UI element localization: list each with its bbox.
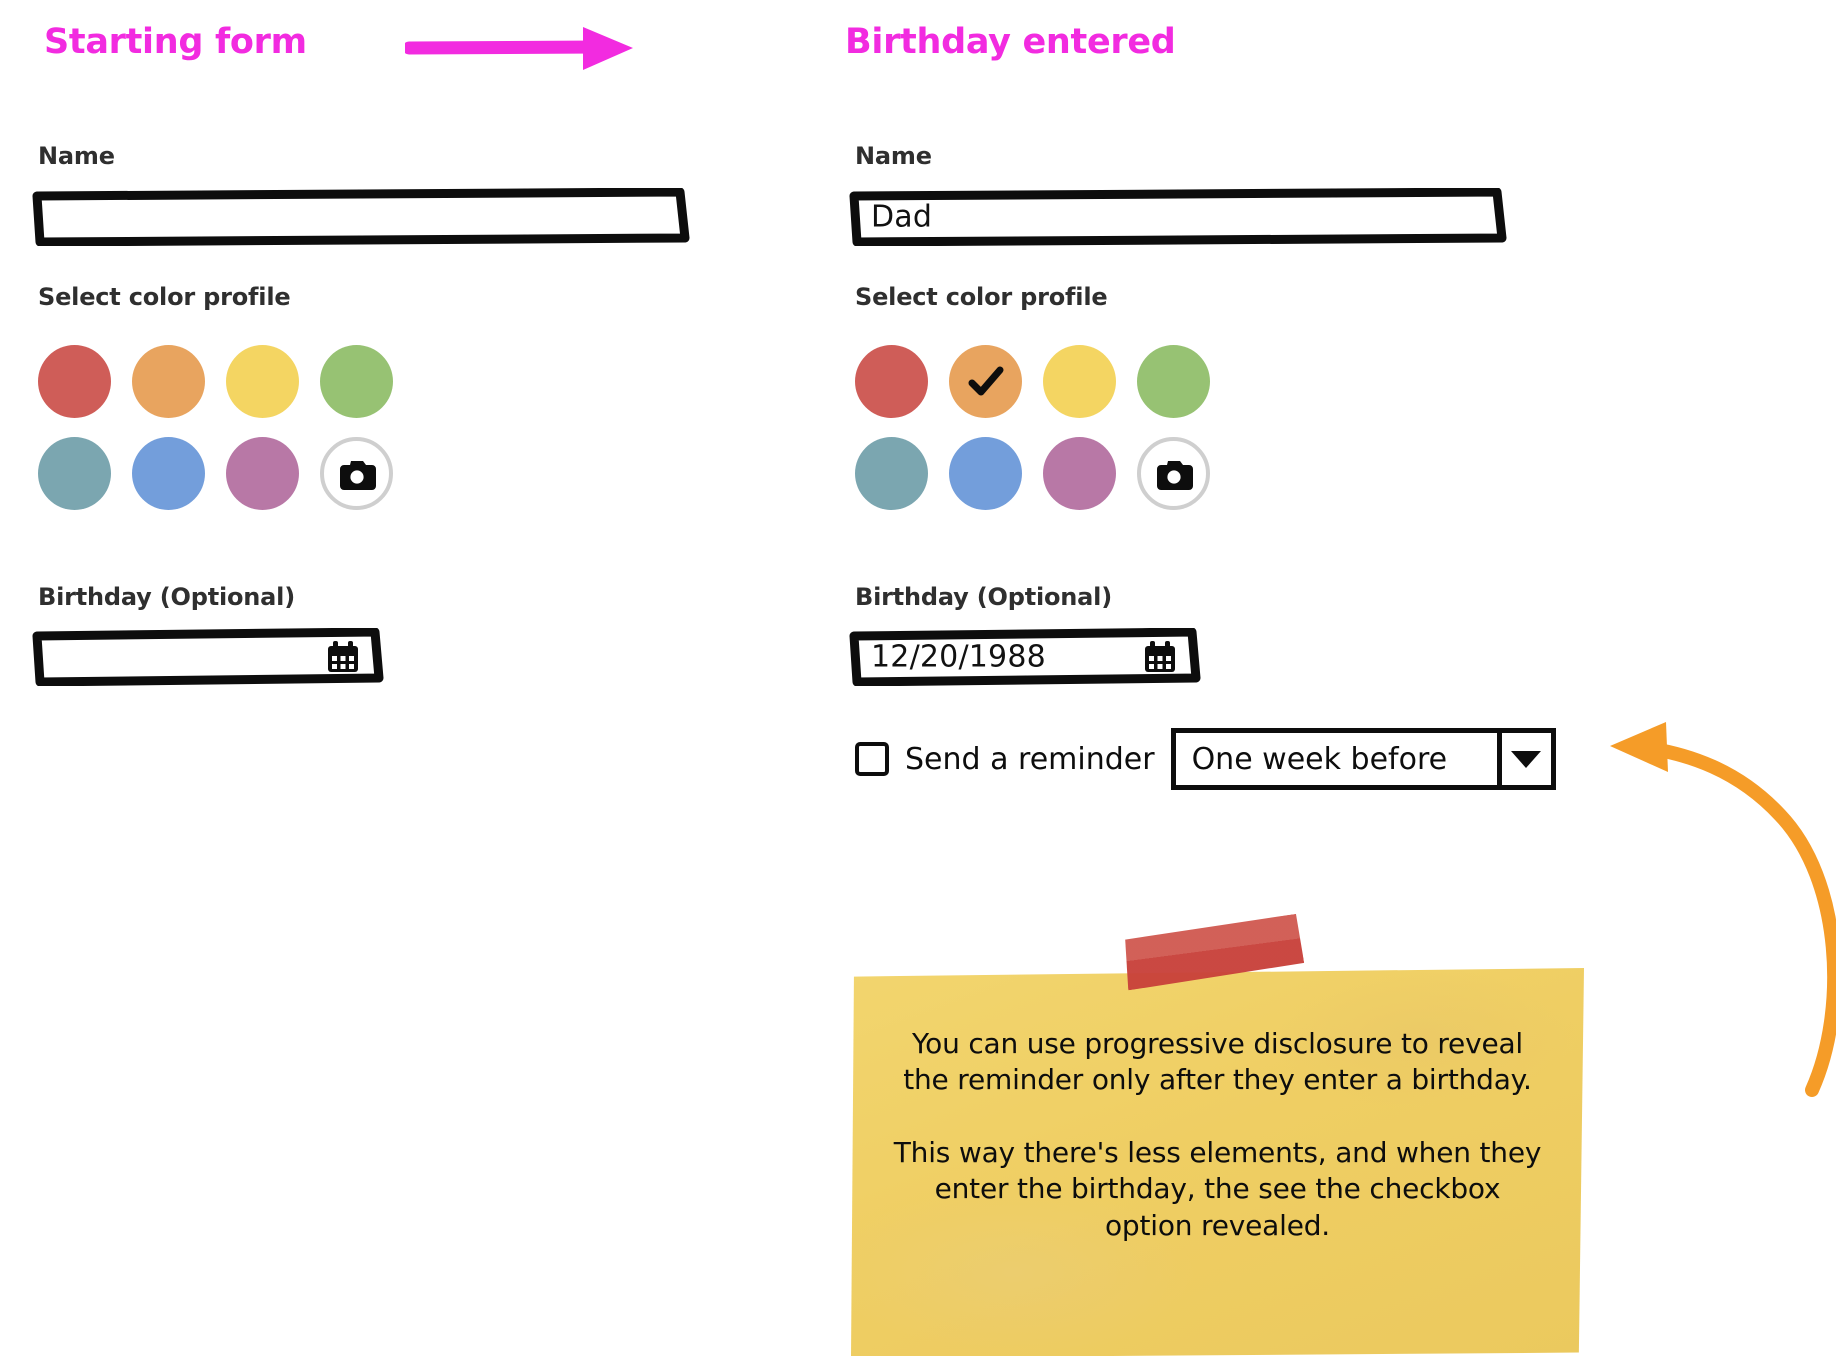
- calendar-icon[interactable]: [326, 640, 360, 674]
- send-reminder-label: Send a reminder: [905, 741, 1155, 777]
- color-swatch-teal[interactable]: [38, 437, 111, 510]
- note-paragraph-1: You can use progressive disclosure to re…: [903, 1027, 1532, 1097]
- curved-arrow-icon: [1610, 722, 1836, 1097]
- name-input[interactable]: Dad: [849, 188, 1507, 246]
- color-swatch-green[interactable]: [320, 345, 393, 418]
- name-input-value: Dad: [871, 199, 933, 235]
- color-swatch-purple[interactable]: [1043, 437, 1116, 510]
- birthday-field-label: Birthday (Optional): [38, 583, 295, 611]
- color-swatch-green[interactable]: [1137, 345, 1210, 418]
- reminder-timing-select[interactable]: One week before: [1170, 728, 1556, 790]
- sticky-note: You can use progressive disclosure to re…: [851, 968, 1584, 1356]
- note-paragraph-2: This way there's less elements, and when…: [893, 1135, 1542, 1242]
- color-swatch-camera-button[interactable]: [320, 437, 393, 510]
- birthday-input[interactable]: 12/20/1988: [849, 628, 1201, 686]
- color-swatch-yellow[interactable]: [1043, 345, 1116, 418]
- color-profile-label: Select color profile: [38, 283, 291, 311]
- input-border: [849, 188, 1507, 246]
- color-swatch-grid: [855, 345, 1231, 529]
- send-reminder-checkbox[interactable]: [855, 742, 889, 776]
- camera-icon: [339, 460, 376, 490]
- color-profile-label: Select color profile: [855, 283, 1108, 311]
- name-field-label: Name: [38, 142, 115, 170]
- check-icon: [968, 366, 1003, 395]
- color-swatch-camera-button[interactable]: [1137, 437, 1210, 510]
- input-border: [32, 188, 690, 246]
- reminder-row: Send a reminder One week before: [855, 728, 1556, 790]
- chevron-down-icon[interactable]: [1496, 733, 1551, 785]
- color-swatch-yellow[interactable]: [226, 345, 299, 418]
- color-swatch-orange[interactable]: [132, 345, 205, 418]
- birthday-input[interactable]: [32, 628, 384, 686]
- color-swatch-red[interactable]: [38, 345, 111, 418]
- reminder-timing-value: One week before: [1191, 741, 1448, 777]
- color-swatch-red[interactable]: [855, 345, 928, 418]
- color-swatch-blue[interactable]: [949, 437, 1022, 510]
- color-swatch-teal[interactable]: [855, 437, 928, 510]
- color-swatch-blue[interactable]: [132, 437, 205, 510]
- birthday-field-label: Birthday (Optional): [855, 583, 1112, 611]
- camera-icon: [1156, 460, 1193, 490]
- name-field-label: Name: [855, 142, 932, 170]
- mockup-canvas: Starting form Birthday entered Name Sele…: [0, 0, 1836, 1356]
- panel-title-birthday-entered: Birthday entered: [845, 22, 1176, 62]
- name-input[interactable]: [32, 188, 690, 246]
- calendar-icon[interactable]: [1143, 640, 1177, 674]
- panel-title-starting-form: Starting form: [44, 22, 307, 62]
- color-swatch-grid: [38, 345, 414, 529]
- color-swatch-orange-selected[interactable]: [949, 345, 1022, 418]
- color-swatch-purple[interactable]: [226, 437, 299, 510]
- arrow-right-icon: [405, 27, 633, 70]
- birthday-input-value: 12/20/1988: [871, 639, 1046, 675]
